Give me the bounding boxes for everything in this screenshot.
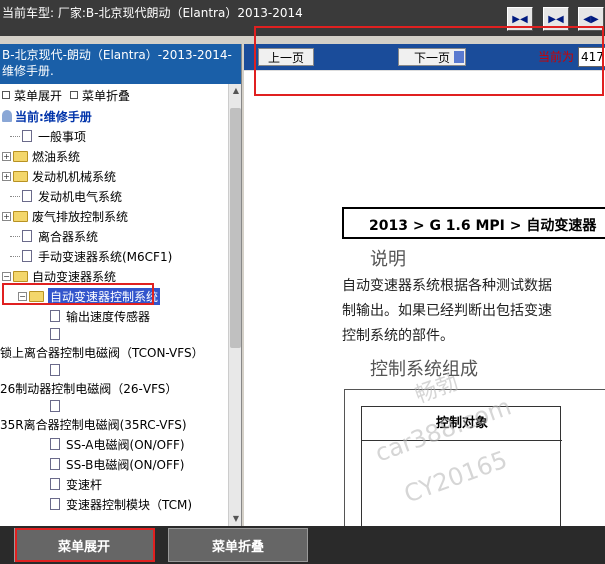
tree-item[interactable]: + 燃油系统 [2, 146, 80, 166]
folder-icon [13, 150, 28, 162]
doc-paragraph: 自动变速器系统根据各种测试数据 制输出。如果已经判断出包括变速 控制系统的部件。 [342, 278, 552, 344]
tree-item[interactable]: 变速器控制模块（TCM) [50, 494, 192, 514]
document-icon [50, 310, 60, 322]
folder-open-icon [13, 270, 28, 282]
tree-view: 当前:维修手册 一般事项 + 燃油系统 + 发动机机械系统 发动机电气系统 + 废气排… [0, 106, 241, 526]
tree-item[interactable]: + 废气排放控制系统 [2, 206, 128, 226]
doc-heading: 说明 [370, 249, 406, 270]
tree-item[interactable]: 变速杆 [50, 474, 102, 494]
manual-header: B-北京现代-朗动（Elantra）-2013-2014- 维修手册. [0, 44, 241, 84]
window-title: 当前车型: 厂家:B-北京现代朗动（Elantra）2013-2014 [2, 6, 303, 20]
document-icon [22, 190, 32, 202]
document-icon [50, 364, 60, 376]
document-icon [22, 230, 32, 242]
nav-highlight-box [254, 26, 604, 96]
folder-icon [13, 210, 28, 222]
scroll-thumb[interactable] [230, 108, 241, 348]
document-icon [22, 250, 32, 262]
tree-root[interactable]: 当前:维修手册 [2, 106, 92, 126]
document-viewer: 上一页 下一页 当前为 417 2013 > G 1.6 MPI > 自动变速器… [244, 44, 605, 526]
tree-item[interactable]: 离合器系统 [10, 226, 98, 246]
tree-item-doc-icon[interactable] [50, 324, 66, 344]
tree-item[interactable]: SS-B电磁阀(ON/OFF) [50, 454, 184, 474]
tree-item[interactable]: 26制动器控制电磁阀（26-VFS） [0, 378, 177, 398]
tree-item-doc-icon[interactable] [50, 360, 66, 380]
tree-item[interactable]: 输出速度传感器 [50, 306, 150, 326]
tree-item[interactable]: 一般事项 [10, 126, 86, 146]
document-icon [50, 438, 60, 450]
document-icon [50, 328, 60, 340]
document-icon [50, 478, 60, 490]
bottom-highlight-box [15, 528, 155, 562]
folder-icon [13, 170, 28, 182]
tree-item[interactable]: 锁上离合器控制电磁阀（TCON-VFS） [0, 342, 204, 362]
tree-item[interactable]: 发动机电气系统 [10, 186, 122, 206]
tree-item[interactable]: + 发动机机械系统 [2, 166, 116, 186]
highlight-box [2, 283, 154, 305]
scroll-down-icon[interactable]: ▼ [231, 514, 241, 524]
plus-icon[interactable]: + [2, 171, 11, 181]
plus-icon[interactable]: + [2, 151, 11, 161]
minus-icon[interactable]: − [2, 271, 11, 281]
tree-scrollbar[interactable]: ▲ ▼ [228, 84, 241, 526]
person-icon [2, 110, 12, 122]
square-icon [70, 91, 79, 99]
document-icon [22, 130, 32, 142]
square-icon [2, 91, 10, 99]
collapse-menu-button[interactable]: 菜单折叠 [168, 528, 308, 562]
tree-item[interactable]: 手动变速器系统(M6CF1) [10, 246, 172, 266]
collapse-all-link[interactable]: 菜单折叠 [70, 87, 130, 104]
document-page: 2013 > G 1.6 MPI > 自动变速器 说明 自动变速器系统根据各种测… [244, 70, 605, 526]
scroll-up-icon[interactable]: ▲ [231, 86, 241, 96]
tree-item[interactable]: SS-A电磁阀(ON/OFF) [50, 434, 185, 454]
tree-controls: 菜单展开 菜单折叠 [0, 84, 241, 106]
document-icon [50, 458, 60, 470]
document-icon [50, 498, 60, 510]
tree-item-doc-icon[interactable] [50, 396, 66, 416]
plus-icon[interactable]: + [2, 211, 11, 221]
doc-breadcrumb: 2013 > G 1.6 MPI > 自动变速器 [342, 207, 605, 239]
expand-all-link[interactable]: 菜单展开 [2, 87, 62, 104]
document-icon [50, 400, 60, 412]
tree-item[interactable]: 35R离合器控制电磁阀(35RC-VFS) [0, 414, 187, 434]
